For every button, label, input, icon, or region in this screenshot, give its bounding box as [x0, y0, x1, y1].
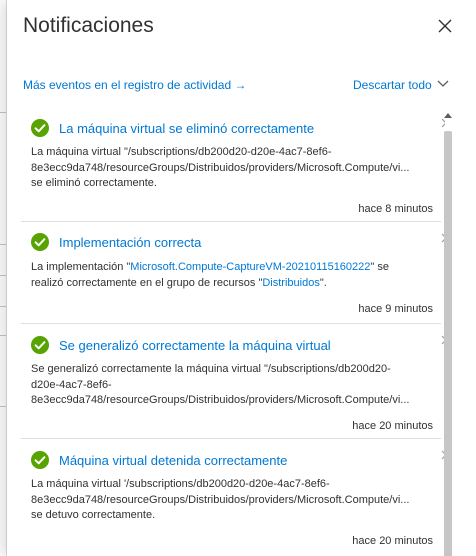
notification-card: Máquina virtual detenida correctamente L…	[21, 440, 445, 556]
resource-group-link[interactable]: Distribuidos	[262, 277, 319, 289]
notification-timestamp: hace 20 minutos	[352, 535, 433, 547]
body-line: La máquina virtual "/subscriptions/db200…	[31, 146, 332, 158]
scrollbar[interactable]	[443, 107, 453, 556]
body-text: " se	[370, 261, 389, 273]
scroll-up-icon[interactable]	[444, 111, 452, 119]
body-text: ".	[319, 276, 327, 289]
background-divider	[0, 306, 6, 307]
dismiss-all-button[interactable]: Descartar todo	[353, 78, 432, 92]
deployment-link[interactable]: Microsoft.Compute-CaptureVM-202101151602…	[130, 261, 370, 273]
close-icon[interactable]	[437, 18, 453, 34]
notification-body: La máquina virtual '/subscriptions/db200…	[31, 477, 439, 524]
notifications-panel: Notificaciones Más eventos en el registr…	[7, 0, 476, 556]
notification-timestamp: hace 9 minutos	[358, 303, 433, 315]
notification-body: La implementación "Microsoft.Compute-Cap…	[31, 260, 439, 291]
notification-card: Implementación correcta La implementació…	[21, 223, 445, 324]
body-line: 8e3ecc9da748/resourceGroups/Distribuidos…	[31, 161, 410, 174]
notification-timestamp: hace 8 minutos	[358, 203, 433, 215]
notification-card: Se generalizó correctamente la máquina v…	[21, 325, 445, 439]
notification-card: La máquina virtual se eliminó correctame…	[21, 108, 445, 222]
body-line: 8e3ecc9da748/resourceGroups/Distribuidos…	[31, 493, 410, 506]
scrollbar-thumb[interactable]	[444, 131, 452, 556]
check-circle-icon	[31, 119, 49, 137]
check-circle-icon	[31, 336, 49, 354]
body-text: realizó correctamente en el grupo de rec…	[31, 276, 263, 289]
chevron-down-icon[interactable]	[437, 80, 449, 88]
body-line: La implementación "Microsoft.Compute-Cap…	[31, 260, 439, 276]
body-text: La implementación "	[31, 261, 131, 273]
body-line: 8e3ecc9da748/resourceGroups/Distribuidos…	[31, 394, 410, 406]
body-line: se detuvo correctamente.	[31, 509, 156, 521]
notification-body: La máquina virtual "/subscriptions/db200…	[31, 145, 439, 192]
notification-title[interactable]: Implementación correcta	[59, 235, 201, 250]
notification-list: La máquina virtual se eliminó correctame…	[21, 104, 445, 556]
panel-title: Notificaciones	[23, 14, 154, 37]
notification-body: Se generalizó correctamente la máquina v…	[31, 362, 439, 409]
notification-title[interactable]: Máquina virtual detenida correctamente	[59, 453, 287, 468]
notification-title[interactable]: La máquina virtual se eliminó correctame…	[59, 121, 314, 136]
check-circle-icon	[31, 451, 49, 469]
background-divider	[0, 244, 6, 245]
background-divider	[0, 112, 6, 113]
notification-timestamp: hace 20 minutos	[352, 420, 433, 432]
body-line: La máquina virtual '/subscriptions/db200…	[31, 478, 330, 490]
background-page-edge	[0, 0, 7, 556]
background-divider	[0, 406, 6, 407]
body-line: se eliminó correctamente.	[31, 177, 157, 189]
activity-log-link[interactable]: Más eventos en el registro de actividad …	[23, 78, 246, 92]
check-circle-icon	[31, 233, 49, 251]
background-divider	[0, 275, 6, 276]
body-line: Se generalizó correctamente la máquina v…	[31, 363, 391, 375]
background-divider	[0, 335, 6, 336]
panel-actions: Más eventos en el registro de actividad …	[23, 78, 453, 94]
body-line: d20e-4ac7-8ef6-	[31, 378, 112, 391]
notification-title[interactable]: Se generalizó correctamente la máquina v…	[59, 338, 331, 353]
body-line: realizó correctamente en el grupo de rec…	[31, 276, 439, 292]
